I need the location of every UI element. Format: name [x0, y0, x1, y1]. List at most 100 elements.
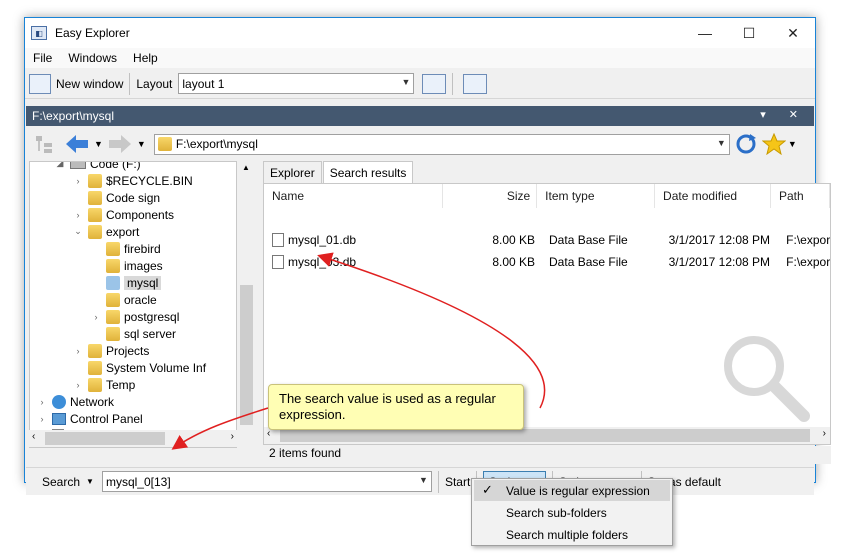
chevron-down-icon: ▼ — [401, 77, 411, 87]
tree-item[interactable]: oracle — [90, 291, 157, 308]
status-text: 2 items found — [263, 446, 831, 464]
tree-expander-icon[interactable]: › — [36, 414, 48, 424]
folder-tree[interactable]: ◢ Code (F:) › $RECYCLE.BIN Code sign › Compone… — [29, 161, 237, 448]
new-window-button[interactable]: New window — [56, 77, 123, 91]
refresh-icon[interactable] — [734, 133, 758, 155]
table-row[interactable]: mysql_01.db 8.00 KB Data Base File 3/1/2… — [264, 230, 830, 250]
tree-item[interactable]: › Temp — [72, 376, 135, 393]
scroll-right-icon[interactable]: › — [823, 428, 826, 439]
scroll-left-icon[interactable]: ‹ — [32, 431, 35, 442]
tree-item[interactable]: ◢ Code (F:) — [54, 162, 141, 172]
tree-item-label: Components — [106, 207, 175, 222]
tree-item[interactable]: images — [90, 257, 163, 274]
menu-item-label: Search multiple folders — [506, 527, 629, 542]
back-dropdown-icon[interactable]: ▼ — [94, 139, 103, 149]
menu-item-sub-folders[interactable]: Search sub-folders — [474, 502, 670, 523]
folder-icon — [88, 173, 102, 188]
menu-help[interactable]: Help — [125, 51, 166, 65]
tree-item[interactable]: Code sign — [72, 189, 160, 206]
minimize-button[interactable]: — — [683, 18, 727, 48]
tab-explorer[interactable]: Explorer — [263, 161, 322, 183]
back-arrow-icon[interactable] — [64, 133, 90, 155]
tree-item[interactable]: › Control Panel — [36, 410, 143, 427]
tree-item[interactable]: firebird — [90, 240, 161, 257]
separator — [437, 470, 439, 493]
new-window-icon[interactable] — [29, 73, 51, 94]
favorites-star-icon[interactable] — [761, 133, 786, 155]
tree-item[interactable]: › Network — [36, 393, 114, 410]
menu-windows[interactable]: Windows — [60, 51, 125, 65]
title-bar: ◧ Easy Explorer — ☐ ✕ — [25, 18, 815, 48]
tree-item[interactable]: System Volume Inf — [72, 359, 206, 376]
start-button[interactable]: Start — [445, 475, 470, 489]
tree-item-label: sql server — [124, 326, 177, 341]
folder-icon — [106, 326, 120, 341]
scroll-up-icon[interactable]: ▲ — [242, 163, 250, 172]
tree-vertical-scrollbar[interactable]: ▲ — [238, 161, 255, 448]
tree-item-label: oracle — [124, 292, 157, 307]
tree-expander-icon[interactable]: ⌄ — [72, 226, 84, 237]
tree-expander-icon[interactable]: › — [72, 210, 84, 220]
tree-item[interactable]: mysql — [90, 274, 162, 291]
file-name: mysql_01.db — [288, 233, 357, 247]
table-row[interactable]: mysql_03.db 8.00 KB Data Base File 3/1/2… — [264, 252, 830, 272]
file-icon — [272, 233, 284, 247]
tree-toggle-icon[interactable] — [34, 133, 56, 155]
column-path[interactable]: Path — [771, 184, 830, 208]
file-path: F:\export — [786, 255, 830, 269]
menu-item-label: Search sub-folders — [506, 505, 607, 520]
tree-expander-icon[interactable]: › — [36, 397, 48, 407]
tree-expander-icon[interactable]: › — [90, 312, 102, 322]
column-size[interactable]: Size — [443, 184, 538, 208]
tree-item[interactable]: ⌄ export — [72, 223, 139, 240]
forward-dropdown-icon[interactable]: ▼ — [137, 139, 146, 149]
layout-label: Layout — [136, 76, 173, 91]
search-value: mysql_0[13] — [105, 474, 171, 489]
scroll-right-icon[interactable]: › — [231, 431, 234, 442]
tree-item-label: postgresql — [124, 309, 180, 324]
panel-controls[interactable]: ▾ ✕ — [760, 108, 808, 121]
tree-expander-icon[interactable]: ◢ — [54, 162, 66, 169]
menu-file[interactable]: File — [25, 51, 60, 65]
column-header-row: Name Size Item type Date modified Path — [264, 184, 830, 208]
tree-item-label: Control Panel — [70, 411, 143, 426]
column-name[interactable]: Name — [264, 184, 443, 208]
network-icon — [52, 394, 66, 409]
menu-item-multiple-folders[interactable]: Search multiple folders — [474, 524, 670, 545]
tree-item[interactable]: › postgresql — [90, 308, 179, 325]
path-value: F:\export\mysql — [175, 137, 258, 151]
scrollbar-thumb[interactable] — [240, 285, 253, 425]
close-button[interactable]: ✕ — [771, 18, 815, 48]
tab-search-results[interactable]: Search results — [322, 161, 414, 183]
save-layout-icon[interactable] — [422, 73, 447, 94]
tree-expander-icon[interactable]: › — [72, 176, 84, 186]
load-layout-icon[interactable] — [463, 73, 488, 94]
file-size: 8.00 KB — [492, 255, 536, 269]
scrollbar-thumb[interactable] — [45, 432, 165, 445]
file-type: Data Base File — [549, 233, 628, 247]
scrollbar-thumb[interactable] — [280, 429, 810, 442]
tree-item-label: Temp — [106, 377, 136, 392]
navigation-bar: ▼ ▼ F:\export\mysql ▼ ▼ — [26, 128, 814, 160]
column-item-type[interactable]: Item type — [537, 184, 656, 208]
menu-item-regular-expression[interactable]: ✓ Value is regular expression — [474, 480, 670, 501]
search-mode-button[interactable]: Search — [42, 475, 80, 489]
search-input[interactable]: mysql_0[13] ▼ — [101, 471, 432, 492]
column-date-modified[interactable]: Date modified — [655, 184, 771, 208]
tree-expander-icon[interactable]: › — [72, 346, 84, 356]
search-mode-dropdown-icon[interactable]: ▼ — [86, 477, 94, 486]
favorites-dropdown-icon[interactable]: ▼ — [788, 139, 797, 149]
layout-combo[interactable]: layout 1 ▼ — [178, 73, 415, 94]
maximize-button[interactable]: ☐ — [727, 18, 771, 48]
tree-item[interactable]: › Projects — [72, 342, 149, 359]
tree-item[interactable]: › Components — [72, 206, 174, 223]
app-icon: ◧ — [31, 26, 47, 40]
tree-item[interactable]: › $RECYCLE.BIN — [72, 172, 193, 189]
layout-value: layout 1 — [182, 76, 225, 91]
path-combo[interactable]: F:\export\mysql ▼ — [153, 133, 730, 155]
tree-expander-icon[interactable]: › — [72, 380, 84, 390]
forward-arrow-icon[interactable] — [107, 133, 133, 155]
toolbar: New window Layout layout 1 ▼ — [25, 69, 815, 99]
tree-horizontal-scrollbar[interactable]: ‹ › — [29, 430, 237, 447]
tree-item[interactable]: sql server — [90, 325, 176, 342]
